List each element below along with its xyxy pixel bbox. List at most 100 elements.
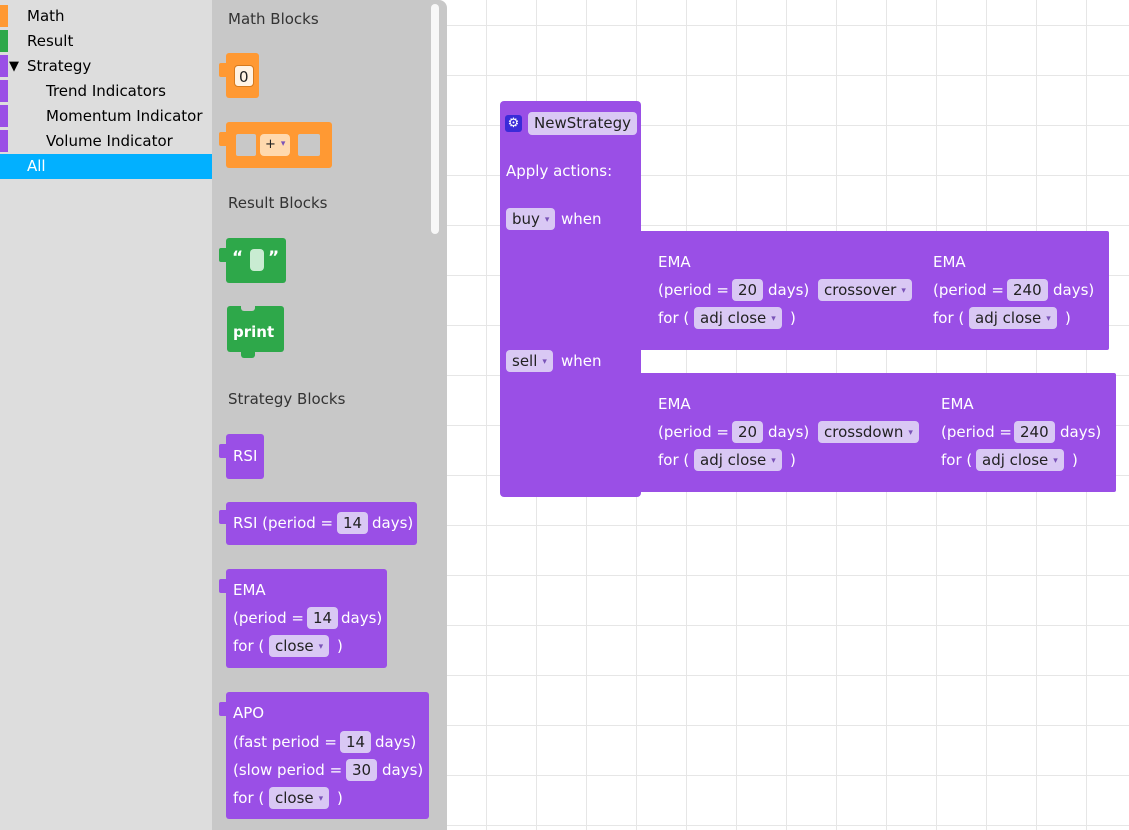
ema-source-dropdown[interactable]: adj close xyxy=(969,307,1057,329)
apply-actions-label: Apply actions: xyxy=(506,162,613,180)
category-color-swatch xyxy=(0,30,8,52)
strategy-blocks-heading: Strategy Blocks xyxy=(228,390,346,408)
strategy-name-field[interactable]: NewStrategy xyxy=(528,112,637,135)
category-strategy[interactable]: ▼ Strategy xyxy=(0,54,212,79)
ema-period-field[interactable]: 240 xyxy=(1007,279,1048,301)
close-paren: ) xyxy=(337,789,343,807)
ema-period-suffix: days) xyxy=(768,281,810,299)
category-color-swatch xyxy=(0,80,8,102)
crossover-dropdown[interactable]: crossover xyxy=(818,279,912,301)
when-label: when xyxy=(561,352,602,370)
number-block[interactable]: 0 xyxy=(219,53,259,98)
ema-block[interactable]: EMA (period = 14 days) for ( close ) xyxy=(219,569,387,668)
right-operand-slot[interactable] xyxy=(298,134,320,156)
crossdown-dropdown[interactable]: crossdown xyxy=(818,421,919,443)
flyout-scrollbar[interactable] xyxy=(431,4,439,234)
ema-source-dropdown[interactable]: close xyxy=(269,635,330,657)
math-blocks-heading: Math Blocks xyxy=(228,10,319,28)
ema-period-prefix: (period = xyxy=(658,423,729,441)
ema-source-dropdown[interactable]: adj close xyxy=(694,307,782,329)
ema-period-prefix: (period = xyxy=(233,609,304,627)
block-connector xyxy=(219,444,227,458)
close-paren: ) xyxy=(1065,309,1071,327)
ema-period-field[interactable]: 14 xyxy=(307,607,339,629)
close-paren: ) xyxy=(1072,451,1078,469)
ema-for-label: for ( xyxy=(933,309,965,327)
rsi-period-suffix: days) xyxy=(372,514,414,532)
result-blocks-heading: Result Blocks xyxy=(228,194,328,212)
print-block[interactable]: print xyxy=(227,305,284,358)
rsi-period-field[interactable]: 14 xyxy=(337,512,369,534)
ema-period-suffix: days) xyxy=(341,609,383,627)
print-label: print xyxy=(233,323,275,341)
apo-fast-prefix: (fast period = xyxy=(233,733,337,751)
ema-source-dropdown[interactable]: adj close xyxy=(694,449,782,471)
category-volume-indicator[interactable]: Volume Indicator xyxy=(0,129,212,154)
ema-title: EMA xyxy=(233,581,266,599)
apo-slow-period-field[interactable]: 30 xyxy=(346,759,378,781)
ema-period-suffix: days) xyxy=(768,423,810,441)
ema-period-prefix: (period = xyxy=(941,423,1012,441)
ema-for-label: for ( xyxy=(658,451,690,469)
ema-for-label: for ( xyxy=(941,451,973,469)
block-connector xyxy=(219,579,227,593)
quote-open-icon: “ xyxy=(232,248,244,268)
buy-action-dropdown[interactable]: buy xyxy=(506,208,556,230)
ema-period-suffix: days) xyxy=(1053,281,1095,299)
when-label: when xyxy=(561,210,602,228)
text-field[interactable] xyxy=(250,249,264,271)
ema-period-field[interactable]: 20 xyxy=(732,421,764,443)
ema-period-field[interactable]: 240 xyxy=(1014,421,1055,443)
category-math[interactable]: Math xyxy=(0,4,212,29)
expand-triangle-icon[interactable]: ▼ xyxy=(9,54,19,79)
apo-block[interactable]: APO (fast period = 14 days) (slow period… xyxy=(219,692,429,819)
block-connector xyxy=(219,63,227,77)
category-label: Trend Indicators xyxy=(46,82,166,100)
ema-period-field[interactable]: 20 xyxy=(732,279,764,301)
category-label: All xyxy=(27,157,46,175)
category-label: Volume Indicator xyxy=(46,132,173,150)
category-label: Result xyxy=(27,32,74,50)
strategy-block[interactable] xyxy=(500,101,641,497)
quote-close-icon: ” xyxy=(268,248,280,268)
category-momentum-indicator[interactable]: Momentum Indicator xyxy=(0,104,212,129)
ema-title: EMA xyxy=(941,395,974,413)
apo-title: APO xyxy=(233,704,265,722)
ema-period-suffix: days) xyxy=(1060,423,1102,441)
arithmetic-block[interactable]: + xyxy=(219,122,332,168)
block-connector xyxy=(219,248,227,262)
ema-period-prefix: (period = xyxy=(933,281,1004,299)
ema-period-prefix: (period = xyxy=(658,281,729,299)
apo-slow-suffix: days) xyxy=(382,761,424,779)
number-field[interactable]: 0 xyxy=(234,65,254,87)
category-trend-indicators[interactable]: Trend Indicators xyxy=(0,79,212,104)
category-color-swatch xyxy=(0,5,8,27)
category-color-swatch xyxy=(0,130,8,152)
apo-slow-prefix: (slow period = xyxy=(233,761,343,779)
operator-dropdown[interactable]: + xyxy=(260,134,291,156)
ema-title: EMA xyxy=(933,253,966,271)
apo-source-dropdown[interactable]: close xyxy=(269,787,330,809)
text-block[interactable]: “ ” xyxy=(219,238,286,283)
ema-source-dropdown[interactable]: adj close xyxy=(976,449,1064,471)
rsi-period-prefix: RSI (period = xyxy=(233,514,334,532)
category-label: Strategy xyxy=(27,57,92,75)
block-connector xyxy=(219,132,227,146)
category-label: Momentum Indicator xyxy=(46,107,203,125)
category-all[interactable]: All xyxy=(0,154,212,179)
close-paren: ) xyxy=(790,451,796,469)
category-color-swatch xyxy=(0,55,8,77)
block-tab xyxy=(241,352,255,358)
gear-icon[interactable]: ⚙ xyxy=(505,115,522,132)
apo-for-label: for ( xyxy=(233,789,265,807)
rsi-block[interactable]: RSI xyxy=(219,434,264,479)
rsi-period-block[interactable]: RSI (period = 14 days) xyxy=(219,502,417,545)
category-label: Math xyxy=(27,7,65,25)
sell-action-dropdown[interactable]: sell xyxy=(506,350,553,372)
apo-fast-suffix: days) xyxy=(375,733,417,751)
category-color-swatch xyxy=(0,105,8,127)
category-result[interactable]: Result xyxy=(0,29,212,54)
left-operand-slot[interactable] xyxy=(236,134,256,156)
block-connector xyxy=(219,702,227,716)
apo-fast-period-field[interactable]: 14 xyxy=(340,731,372,753)
